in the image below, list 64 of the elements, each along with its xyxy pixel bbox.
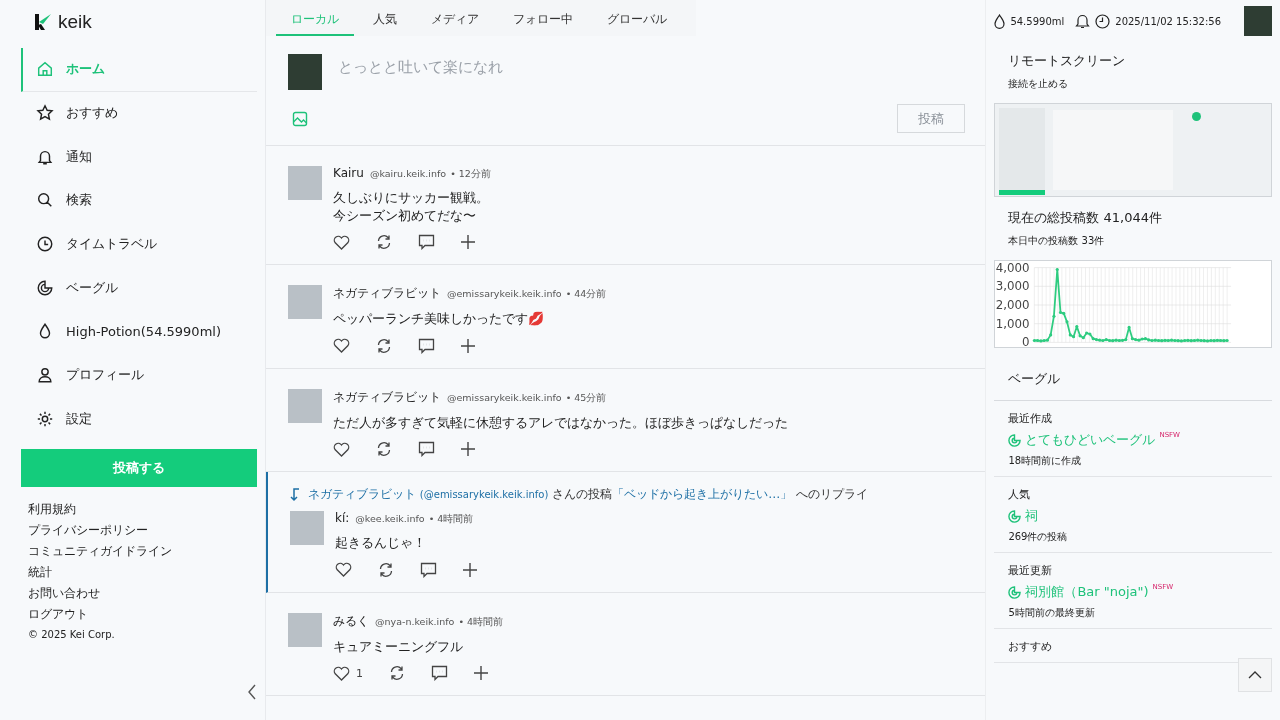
post-text: ペッパーランチ美味しかったです💋 bbox=[333, 310, 545, 328]
footer-link[interactable]: お問い合わせ bbox=[28, 585, 100, 603]
today-count: 本日中の投稿数 33件 bbox=[1007, 234, 1106, 248]
nav-item[interactable]: プロフィール bbox=[21, 353, 257, 398]
copyright: © 2025 Kei Corp. bbox=[28, 629, 115, 641]
footer-link[interactable]: プライバシーポリシー bbox=[28, 522, 148, 540]
post-text: 起きるんじゃ！ bbox=[335, 534, 427, 552]
nav-item[interactable]: ベーグル bbox=[21, 266, 257, 311]
y-tick-label: 3,000 bbox=[996, 279, 1030, 294]
author-name[interactable]: ネガティブラビット bbox=[333, 388, 441, 406]
like-count: 1 bbox=[356, 666, 363, 680]
author-name[interactable]: kí: bbox=[335, 511, 350, 526]
section-title: リモートスクリーン bbox=[1007, 52, 1127, 70]
y-tick-label: 0 bbox=[1022, 335, 1030, 347]
timeline-tab[interactable]: メディア bbox=[416, 0, 494, 36]
author-handle: @kee.keik.info bbox=[355, 513, 425, 525]
section-title: ベーグル bbox=[994, 370, 1272, 401]
bagel-category: 最近作成 bbox=[1008, 411, 1054, 426]
timeline-tab[interactable]: 人気 bbox=[358, 0, 412, 36]
author-handle: @emissarykeik.keik.info bbox=[447, 391, 562, 403]
post-time: • 4時間前 bbox=[428, 513, 474, 527]
nav-item[interactable]: おすすめ bbox=[21, 91, 257, 136]
disconnect-link[interactable]: 接続を止める bbox=[994, 77, 1272, 91]
author-name[interactable]: ネガティブラビット bbox=[333, 285, 441, 303]
bagel-category: 最近更新 bbox=[1008, 563, 1054, 578]
post-text: キュアミーニングフル bbox=[333, 637, 464, 656]
post-time: • 44分前 bbox=[565, 288, 607, 302]
post-time: • 12分前 bbox=[450, 168, 491, 181]
author-name[interactable]: みるく bbox=[333, 612, 369, 630]
timeline-tab[interactable]: フォロー中 bbox=[498, 0, 588, 36]
bagel-category: おすすめ bbox=[1008, 639, 1054, 654]
quoted-post-link[interactable]: 「ベッドから起き上がりたい…」 bbox=[612, 487, 793, 502]
nav-item[interactable]: High-Potion(54.5990ml) bbox=[21, 310, 257, 354]
nav-item[interactable]: 設定 bbox=[21, 397, 257, 442]
footer-link[interactable]: 利用規約 bbox=[28, 501, 76, 519]
potion-amount: 54.5990ml bbox=[1010, 15, 1065, 27]
footer-link[interactable]: コミュニティガイドライン bbox=[28, 543, 172, 561]
y-tick-label: 1,000 bbox=[996, 316, 1030, 331]
author-handle: @nya-n.keik.info bbox=[375, 615, 455, 627]
date-time: 2025/11/02 15:32:56 bbox=[1115, 15, 1221, 27]
section-title: 現在の総投稿数 41,044件 bbox=[1007, 209, 1163, 227]
post-text: 久しぶりにサッカー観戦。 今シーズン初めてだな〜 bbox=[333, 189, 490, 225]
timeline-tab[interactable]: グローバル bbox=[592, 0, 682, 36]
post-input-field[interactable]: とっとと吐いて楽になれ bbox=[334, 54, 966, 96]
author-link[interactable]: ネガティブラビット (@emissarykeik.keik.info) bbox=[308, 487, 549, 502]
y-tick-label: 4,000 bbox=[996, 261, 1030, 275]
reply-context: ネガティブラビット (@emissarykeik.keik.info) さんの投稿「ベッドから起き上がりたい…」 へのリプライ bbox=[308, 486, 868, 504]
nav-item[interactable]: 通知 bbox=[21, 135, 257, 180]
footer-link[interactable]: 統計 bbox=[28, 564, 52, 582]
bagel-meta: 5時間前の最終更新 bbox=[1008, 606, 1096, 620]
nav-item[interactable]: 検索 bbox=[21, 179, 257, 223]
author-handle: @kairu.keik.info bbox=[369, 168, 447, 179]
author-name[interactable]: Kairu bbox=[333, 166, 364, 180]
post-time: • 4時間前 bbox=[458, 615, 504, 629]
bagel-meta: 269件の投稿 bbox=[1008, 530, 1069, 544]
nav-item[interactable]: タイムトラベル bbox=[21, 222, 257, 267]
author-handle: @emissarykeik.keik.info bbox=[447, 288, 562, 300]
logo-text[interactable]: keik bbox=[58, 11, 92, 33]
post-text: ただ人が多すぎて気軽に休憩するアレではなかった。ほぼ歩きっぱなしだった bbox=[333, 413, 789, 432]
bagel-meta: 18時間前に作成 bbox=[1008, 454, 1083, 468]
y-tick-label: 2,000 bbox=[996, 297, 1030, 312]
bagel-category: 人気 bbox=[1008, 487, 1032, 502]
post-time: • 45分前 bbox=[565, 391, 607, 405]
footer-link[interactable]: ログアウト bbox=[28, 606, 88, 624]
